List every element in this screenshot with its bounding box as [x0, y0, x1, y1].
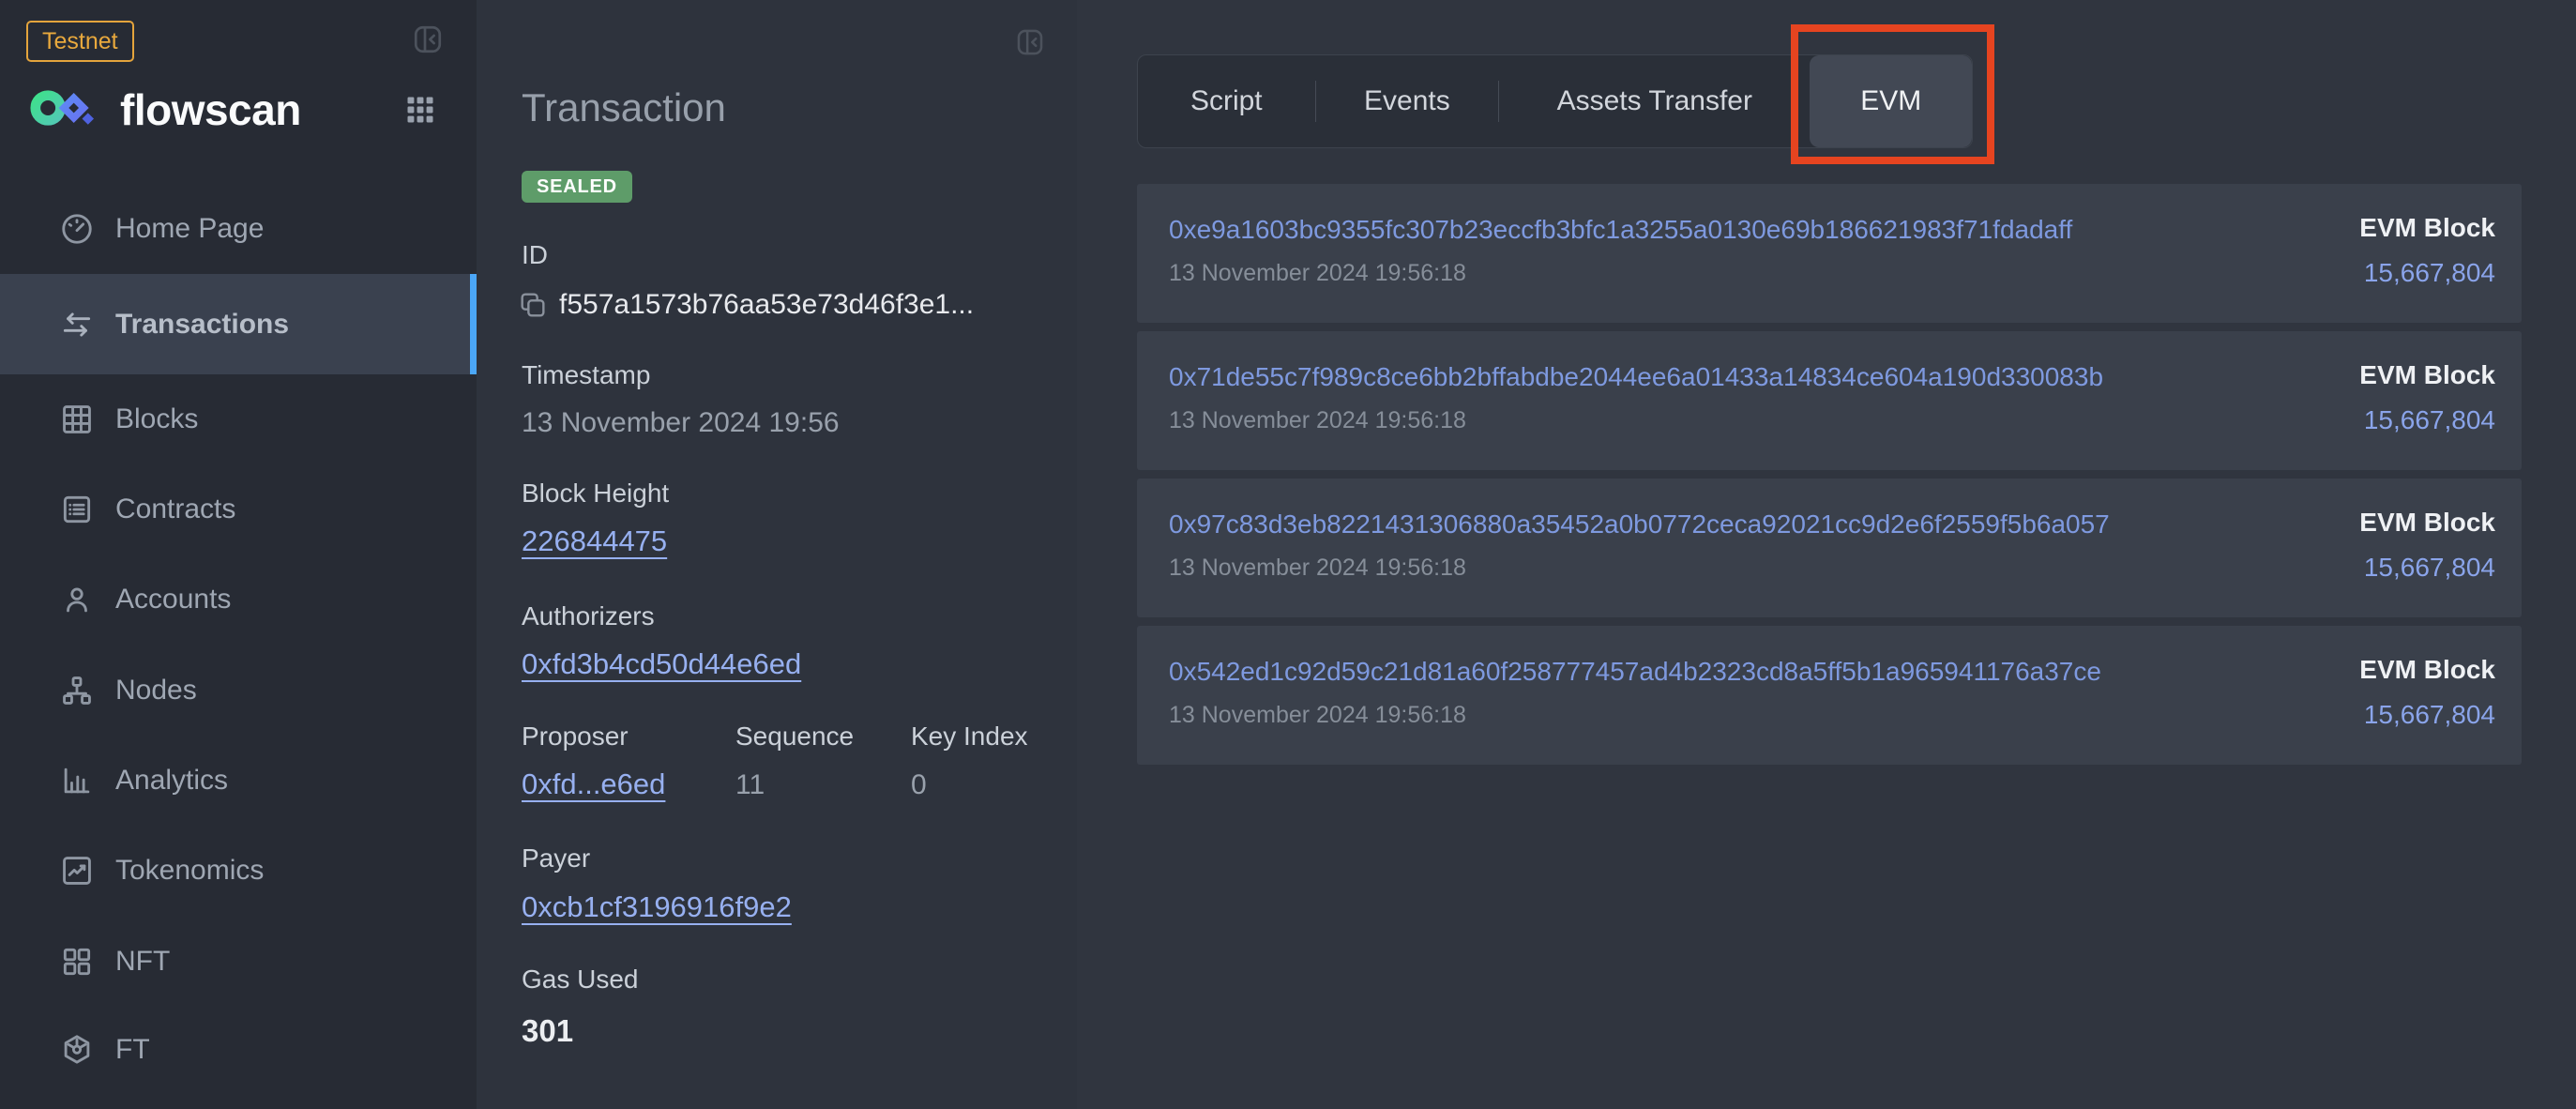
- flowscan-logo: [26, 81, 101, 140]
- evm-tx-timestamp: 13 November 2024 19:56:18: [1169, 554, 1466, 582]
- evm-tx-timestamp: 13 November 2024 19:56:18: [1169, 702, 1466, 729]
- page-title: Transaction: [522, 85, 726, 130]
- sidebar-item-label: Accounts: [115, 584, 231, 615]
- sidebar-item-blocks[interactable]: Blocks: [0, 374, 477, 464]
- payer-label: Payer: [522, 843, 590, 874]
- evm-tx-hash-link[interactable]: 0x97c83d3eb8221431306880a35452a0b0772cec…: [1169, 509, 2110, 539]
- sidebar-item-label: FT: [115, 1034, 150, 1066]
- sidebar: Testnet: [0, 0, 477, 1109]
- id-label: ID: [522, 240, 548, 270]
- authorizer-address-link[interactable]: 0xfd3b4cd50d44e6ed: [522, 647, 801, 681]
- sidebar-item-transactions[interactable]: Transactions: [0, 274, 477, 374]
- evm-block-number-link[interactable]: 15,667,804: [2364, 405, 2495, 435]
- apps-grid-icon[interactable]: [403, 93, 437, 131]
- red-highlight-annotation: [1791, 24, 1994, 164]
- evm-transaction-row[interactable]: 0x97c83d3eb8221431306880a35452a0b0772cec…: [1137, 479, 2522, 617]
- sidebar-item-nodes[interactable]: Nodes: [0, 646, 477, 736]
- evm-tx-hash-link[interactable]: 0xe9a1603bc9355fc307b23eccfb3bfc1a3255a0…: [1169, 215, 2072, 245]
- sidebar-item-label: NFT: [115, 946, 170, 978]
- authorizers-label: Authorizers: [522, 601, 655, 631]
- sidebar-item-label: Tokenomics: [115, 855, 264, 887]
- token-cube-icon: [59, 1032, 95, 1068]
- sidebar-item-label: Blocks: [115, 403, 198, 435]
- sidebar-item-label: Nodes: [115, 675, 197, 706]
- evm-block-number-link[interactable]: 15,667,804: [2364, 258, 2495, 288]
- sidebar-item-ft[interactable]: FT: [0, 1005, 477, 1095]
- gas-used-value: 301: [522, 1013, 573, 1049]
- sidebar-item-label: Analytics: [115, 765, 228, 797]
- sidebar-item-label: Contracts: [115, 494, 235, 525]
- transaction-id-row: f557a1573b76aa53e73d46f3e1...: [518, 289, 974, 321]
- transaction-id-value: f557a1573b76aa53e73d46f3e1...: [559, 289, 974, 321]
- copy-icon[interactable]: [518, 290, 548, 320]
- proposer-label: Proposer: [522, 722, 629, 752]
- evm-block-label: EVM Block: [2359, 508, 2495, 538]
- status-badge: SEALED: [522, 171, 632, 203]
- sidebar-item-nft[interactable]: NFT: [0, 917, 477, 1007]
- evm-block-number-link[interactable]: 15,667,804: [2364, 553, 2495, 583]
- person-icon: [59, 582, 95, 617]
- evm-transaction-row[interactable]: 0x542ed1c92d59c21d81a60f258777457ad4b232…: [1137, 626, 2522, 765]
- evm-transaction-row[interactable]: 0xe9a1603bc9355fc307b23eccfb3bfc1a3255a0…: [1137, 184, 2522, 323]
- block-height-link[interactable]: 226844475: [522, 524, 667, 558]
- speedometer-icon: [59, 211, 95, 247]
- sequence-label: Sequence: [735, 722, 854, 752]
- payer-address-link[interactable]: 0xcb1cf3196916f9e2: [522, 890, 792, 924]
- evm-block-label: EVM Block: [2359, 655, 2495, 685]
- tab-events[interactable]: Events: [1316, 55, 1499, 147]
- transfer-arrows-icon: [59, 307, 95, 342]
- blocks-grid-icon: [59, 402, 95, 437]
- sidebar-item-label: Transactions: [115, 309, 289, 341]
- sequence-value: 11: [735, 769, 765, 801]
- block-height-label: Block Height: [522, 479, 669, 509]
- sidebar-item-contracts[interactable]: Contracts: [0, 464, 477, 554]
- proposer-address-link[interactable]: 0xfd...e6ed: [522, 767, 665, 801]
- brand-row[interactable]: flowscan: [26, 81, 301, 139]
- contract-document-icon: [59, 492, 95, 527]
- timestamp-value: 13 November 2024 19:56: [522, 407, 840, 439]
- evm-tx-timestamp: 13 November 2024 19:56:18: [1169, 260, 1466, 287]
- evm-tx-timestamp: 13 November 2024 19:56:18: [1169, 407, 1466, 434]
- evm-block-label: EVM Block: [2359, 213, 2495, 243]
- network-badge: Testnet: [26, 21, 134, 62]
- evm-block-number-link[interactable]: 15,667,804: [2364, 700, 2495, 730]
- sidebar-item-accounts[interactable]: Accounts: [0, 554, 477, 645]
- evm-transaction-row[interactable]: 0x71de55c7f989c8ce6bb2bffabdbe2044ee6a01…: [1137, 331, 2522, 470]
- transaction-detail-panel: Transaction SEALED ID f557a1573b76aa53e7…: [477, 0, 1077, 1109]
- bar-chart-icon: [59, 763, 95, 798]
- evm-tx-hash-link[interactable]: 0x71de55c7f989c8ce6bb2bffabdbe2044ee6a01…: [1169, 362, 2103, 392]
- evm-block-label: EVM Block: [2359, 360, 2495, 390]
- key-index-label: Key Index: [911, 722, 1028, 752]
- tab-script[interactable]: Script: [1138, 55, 1315, 147]
- brand-name: flowscan: [120, 84, 301, 135]
- sidebar-collapse-icon[interactable]: [411, 23, 445, 61]
- sidebar-item-label: Home Page: [115, 213, 264, 245]
- key-index-value: 0: [911, 769, 927, 801]
- evm-tx-hash-link[interactable]: 0x542ed1c92d59c21d81a60f258777457ad4b232…: [1169, 657, 2101, 687]
- gas-used-label: Gas Used: [522, 965, 639, 995]
- tab-assets-transfer[interactable]: Assets Transfer: [1499, 55, 1810, 147]
- flowscan-app: Testnet: [0, 0, 2576, 1109]
- sidebar-item-home-page[interactable]: Home Page: [0, 184, 477, 274]
- nodes-hierarchy-icon: [59, 673, 95, 708]
- timestamp-label: Timestamp: [522, 360, 650, 390]
- sidebar-item-tokenomics[interactable]: Tokenomics: [0, 826, 477, 916]
- sidebar-item-analytics[interactable]: Analytics: [0, 736, 477, 826]
- trend-chart-icon: [59, 853, 95, 889]
- panel-collapse-icon[interactable]: [1014, 26, 1046, 63]
- nft-squares-icon: [59, 944, 95, 980]
